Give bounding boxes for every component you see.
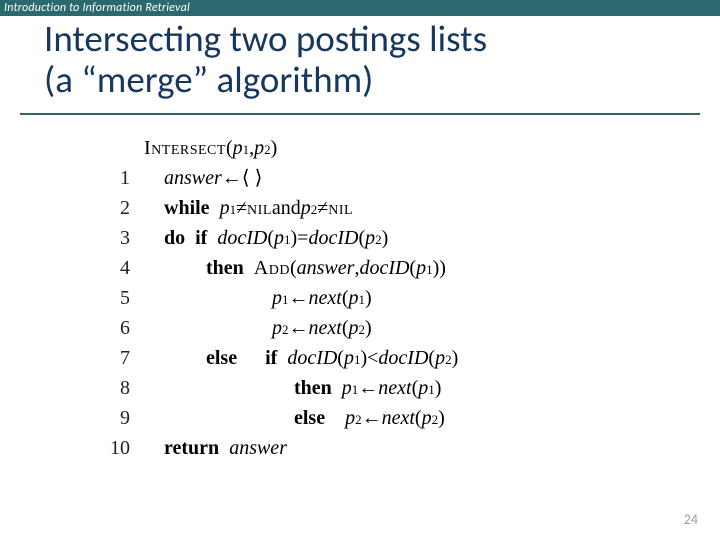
line-number: 1 xyxy=(98,163,144,193)
algo-line-8: 8 thenp1 ← next(p1) xyxy=(98,373,720,403)
slide: { "banner": "Introduction to Information… xyxy=(0,0,720,540)
title-divider xyxy=(20,113,700,115)
algo-line-7: 7 elseifdocID(p1) < docID(p2) xyxy=(98,343,720,373)
line-number: 6 xyxy=(98,313,144,343)
line-number: 2 xyxy=(98,193,144,223)
slide-title-line1: Intersecting two postings lists xyxy=(44,18,720,59)
line-number: 3 xyxy=(98,223,144,253)
line-number: 5 xyxy=(98,283,144,313)
algorithm-block: Intersect(p1, p2) 1 answer ← ⟨ ⟩ 2 while… xyxy=(98,133,720,463)
line-number: 7 xyxy=(98,343,144,373)
algo-line-10: 10 returnanswer xyxy=(98,433,720,463)
line-number: 4 xyxy=(98,253,144,283)
algo-line-2: 2 whilep1 ≠ nil and p2 ≠ nil xyxy=(98,193,720,223)
line-number: 9 xyxy=(98,403,144,433)
algo-line-1: 1 answer ← ⟨ ⟩ xyxy=(98,163,720,193)
algo-line-9: 9 elsep2 ← next(p2) xyxy=(98,403,720,433)
slide-title-line2: (a “merge” algorithm) xyxy=(44,59,720,100)
line-number: 8 xyxy=(98,373,144,403)
func-name: Intersect xyxy=(144,133,226,163)
algo-line-3: 3 doifdocID(p1) = docID(p2) xyxy=(98,223,720,253)
line-number: 10 xyxy=(98,433,144,463)
algo-header: Intersect(p1, p2) xyxy=(98,133,720,163)
algo-line-4: 4 thenAdd(answer, docID(p1)) xyxy=(98,253,720,283)
title-block: Intersecting two postings lists (a “merg… xyxy=(0,16,720,109)
algo-line-6: 6 p2 ← next(p2) xyxy=(98,313,720,343)
page-number: 24 xyxy=(684,511,698,528)
algo-line-5: 5 p1 ← next(p1) xyxy=(98,283,720,313)
course-banner: Introduction to Information Retrieval xyxy=(0,0,720,16)
